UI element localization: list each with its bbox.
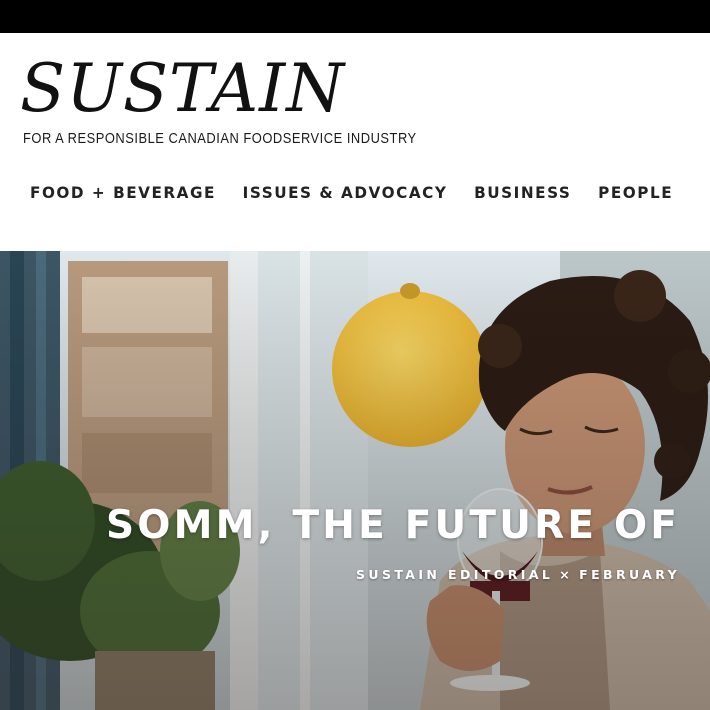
article-byline: SUSTAIN EDITORIAL × FEBRUARY (356, 567, 680, 582)
site-logo[interactable]: SUSTAIN (20, 51, 345, 127)
site-tagline: FOR A RESPONSIBLE CANADIAN FOODSERVICE I… (23, 130, 417, 147)
hero-banner[interactable]: SOMM, THE FUTURE OF SUSTAIN EDITORIAL × FE… (0, 251, 710, 710)
article-date: FEBRUARY (579, 567, 681, 582)
hero-image (0, 251, 710, 710)
byline-separator: × (559, 567, 574, 582)
nav-item-people[interactable]: PEOPLE (598, 183, 673, 207)
nav-item-food-beverage[interactable]: FOOD + BEVERAGE (30, 183, 216, 207)
article-author[interactable]: SUSTAIN EDITORIAL (356, 567, 553, 582)
nav-item-issues-advocacy[interactable]: ISSUES & ADVOCACY (243, 183, 448, 207)
main-nav: FOOD + BEVERAGE ISSUES & ADVOCACY BUSINE… (30, 183, 700, 207)
browser-top-bar (0, 0, 710, 33)
masthead: SUSTAIN FOR A RESPONSIBLE CANADIAN FOODS… (0, 33, 710, 251)
article-title[interactable]: SOMM, THE FUTURE OF (106, 502, 680, 550)
nav-item-business[interactable]: BUSINESS (474, 183, 571, 207)
